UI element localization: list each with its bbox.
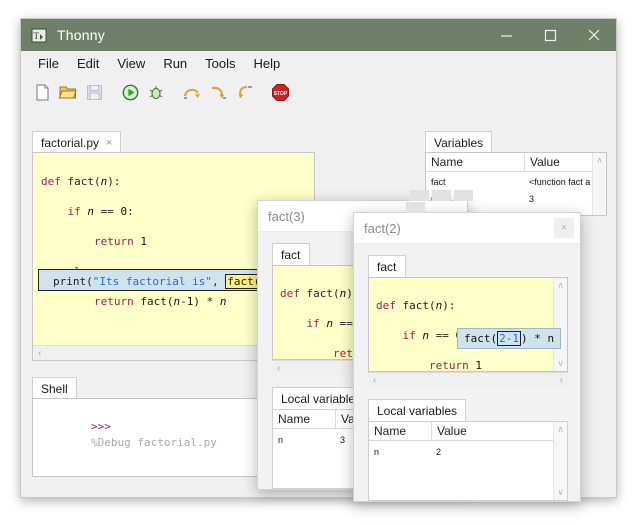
tab-label: factorial.py (41, 136, 99, 150)
menu-item-run[interactable]: Run (154, 54, 196, 73)
step-over-icon[interactable] (179, 79, 205, 105)
scroll-right-icon[interactable]: › (560, 375, 563, 386)
code-line: return 1 (376, 358, 567, 372)
close-icon[interactable]: × (106, 137, 112, 149)
fact2-hscrollbar[interactable]: ‹ › (368, 372, 568, 387)
dialog-fact2: fact(2) × fact def fact(n): if n == 0: r… (353, 212, 581, 502)
svg-text:STOP: STOP (273, 91, 287, 97)
code-line: def fact(n): (376, 298, 567, 313)
variables-tabstrip: Variables (425, 131, 607, 153)
debug-icon[interactable] (143, 79, 169, 105)
step-out-icon[interactable] (231, 79, 257, 105)
open-file-icon[interactable] (55, 79, 81, 105)
window-controls (484, 19, 616, 51)
tab-fact[interactable]: fact (368, 255, 406, 277)
code-line: def fact(n): (41, 174, 314, 189)
dialog-title: fact(2) (364, 221, 401, 236)
tab-label: Shell (41, 382, 68, 396)
menu-item-view[interactable]: View (108, 54, 154, 73)
tab-variables[interactable]: Variables (425, 131, 492, 153)
close-button[interactable]: × (554, 218, 574, 238)
table-header: Name Value (369, 422, 567, 441)
scroll-down-icon[interactable]: ∨ (557, 358, 564, 369)
menu-item-help[interactable]: Help (245, 54, 290, 73)
tab-fact[interactable]: fact (272, 243, 310, 265)
stop-icon[interactable]: STOP (267, 79, 293, 105)
table-row[interactable]: n 2 (369, 445, 567, 459)
toolbar: STOP (21, 76, 616, 108)
scroll-up-icon[interactable]: ∧ (557, 280, 564, 291)
dialog-fact2-titlebar: fact(2) × (354, 213, 580, 244)
window-title: Thonny (57, 27, 105, 43)
svg-text:T: T (33, 31, 39, 41)
column-name[interactable]: Name (273, 410, 335, 428)
cell-name: fact (426, 175, 524, 189)
fact2-locals-tabstrip: Local variables (368, 399, 568, 421)
tooltip-suffix: ) * n (521, 332, 554, 345)
thonny-icon: T (30, 26, 48, 44)
editor-tabstrip: factorial.py × (32, 131, 315, 153)
maximize-button[interactable] (432, 190, 451, 201)
tab-label: fact (377, 260, 396, 274)
scroll-left-icon[interactable]: ‹ (277, 363, 280, 374)
column-name[interactable]: Name (426, 153, 524, 171)
dialog-fact2-window-controls[interactable] (406, 202, 425, 213)
new-file-icon[interactable] (29, 79, 55, 105)
menu-item-edit[interactable]: Edit (68, 54, 108, 73)
variables-vscrollbar[interactable]: ∧ ∨ (592, 153, 606, 215)
cell-value: 2 (431, 445, 567, 459)
table-header: Name Value (426, 153, 606, 172)
save-file-icon (81, 79, 107, 105)
menu-item-tools[interactable]: Tools (196, 54, 244, 73)
close-button[interactable] (572, 19, 616, 51)
title-bar: T Thonny (21, 19, 616, 51)
menu-item-file[interactable]: File (29, 54, 68, 73)
cell-name: n (273, 433, 335, 447)
minimize-button[interactable] (406, 202, 425, 213)
dialog-fact3-window-controls[interactable] (410, 190, 473, 201)
menu-bar: File Edit View Run Tools Help (21, 51, 616, 76)
fact2-code-area[interactable]: def fact(n): if n == 0: return 1 else: r… (368, 277, 568, 372)
table-row[interactable]: fact <function fact a (426, 175, 606, 189)
tooltip-prefix: fact( (464, 332, 497, 345)
tab-label: Variables (434, 136, 483, 150)
shell-prompt: >>> (91, 420, 111, 433)
step-into-icon[interactable] (205, 79, 231, 105)
fact2-vscrollbar[interactable]: ∧ ∨ (553, 278, 567, 371)
tab-label: fact (281, 248, 300, 262)
column-value[interactable]: Value (431, 422, 567, 440)
tab-label: Local variables (281, 392, 361, 406)
minimize-button[interactable] (484, 19, 528, 51)
scroll-up-icon[interactable]: ∧ (596, 155, 603, 166)
minimize-button[interactable] (410, 190, 429, 201)
tooltip-highlight: 2-1 (497, 331, 521, 346)
fact2-tabstrip: fact (368, 255, 568, 277)
fact2-locals-table[interactable]: Name Value n 2 ∧ ∨ (368, 421, 568, 501)
scroll-left-icon[interactable]: ‹ (38, 348, 41, 359)
shell-command: %Debug factorial.py (91, 436, 217, 449)
fact2-locals-vscrollbar[interactable]: ∧ ∨ (553, 422, 567, 500)
scroll-down-icon[interactable]: ∨ (557, 487, 564, 498)
tab-factorial-py[interactable]: factorial.py × (32, 131, 121, 153)
maximize-button[interactable] (528, 19, 572, 51)
cell-name: n (369, 445, 431, 459)
scroll-left-icon[interactable]: ‹ (373, 375, 376, 386)
column-name[interactable]: Name (369, 422, 431, 440)
tab-label: Local variables (377, 404, 457, 418)
scroll-up-icon[interactable]: ∧ (557, 424, 564, 435)
run-icon[interactable] (117, 79, 143, 105)
expression-tooltip: fact(2-1) * n (457, 328, 561, 349)
close-button[interactable] (454, 190, 473, 201)
dialog-title: fact(3) (268, 209, 305, 224)
tab-shell[interactable]: Shell (32, 377, 77, 399)
tab-local-variables[interactable]: Local variables (368, 399, 466, 421)
